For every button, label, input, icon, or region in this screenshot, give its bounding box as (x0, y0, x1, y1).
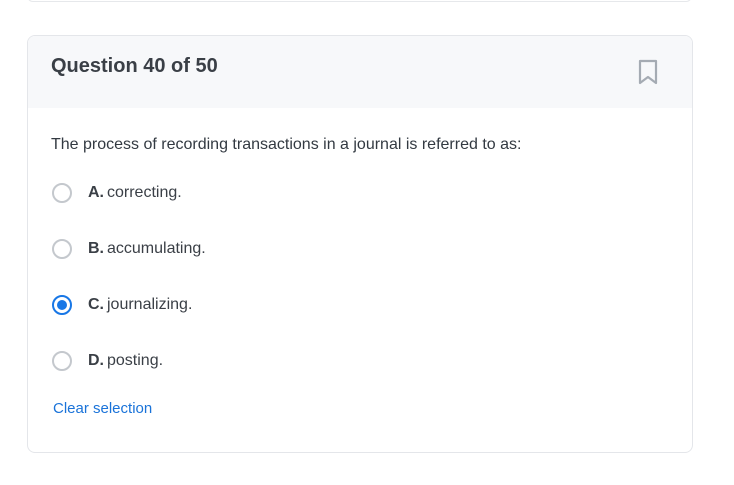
option-text: journalizing. (107, 296, 193, 313)
option-text: correcting. (107, 184, 182, 201)
question-header: Question 40 of 50 (28, 36, 692, 108)
previous-question-card (27, 0, 692, 2)
radio-button[interactable] (52, 351, 72, 371)
radio-button-selected[interactable] (52, 295, 72, 315)
option-text: posting. (107, 352, 164, 369)
option-letter: C. (88, 296, 104, 313)
radio-button[interactable] (52, 239, 72, 259)
option-letter: B. (88, 240, 104, 257)
option-letter: D. (88, 352, 104, 369)
option-letter: A. (88, 184, 104, 201)
clear-selection-link[interactable]: Clear selection (53, 400, 152, 417)
option-d[interactable]: D. posting. (52, 349, 163, 373)
option-a[interactable]: A. correcting. (52, 181, 182, 205)
option-text: accumulating. (107, 240, 206, 257)
question-card: Question 40 of 50 The process of recordi… (27, 35, 693, 453)
option-b[interactable]: B. accumulating. (52, 237, 206, 261)
question-text: The process of recording transactions in… (51, 136, 522, 153)
bookmark-icon[interactable] (636, 58, 660, 86)
question-title: Question 40 of 50 (51, 55, 218, 77)
option-c[interactable]: C. journalizing. (52, 293, 192, 317)
radio-button[interactable] (52, 183, 72, 203)
